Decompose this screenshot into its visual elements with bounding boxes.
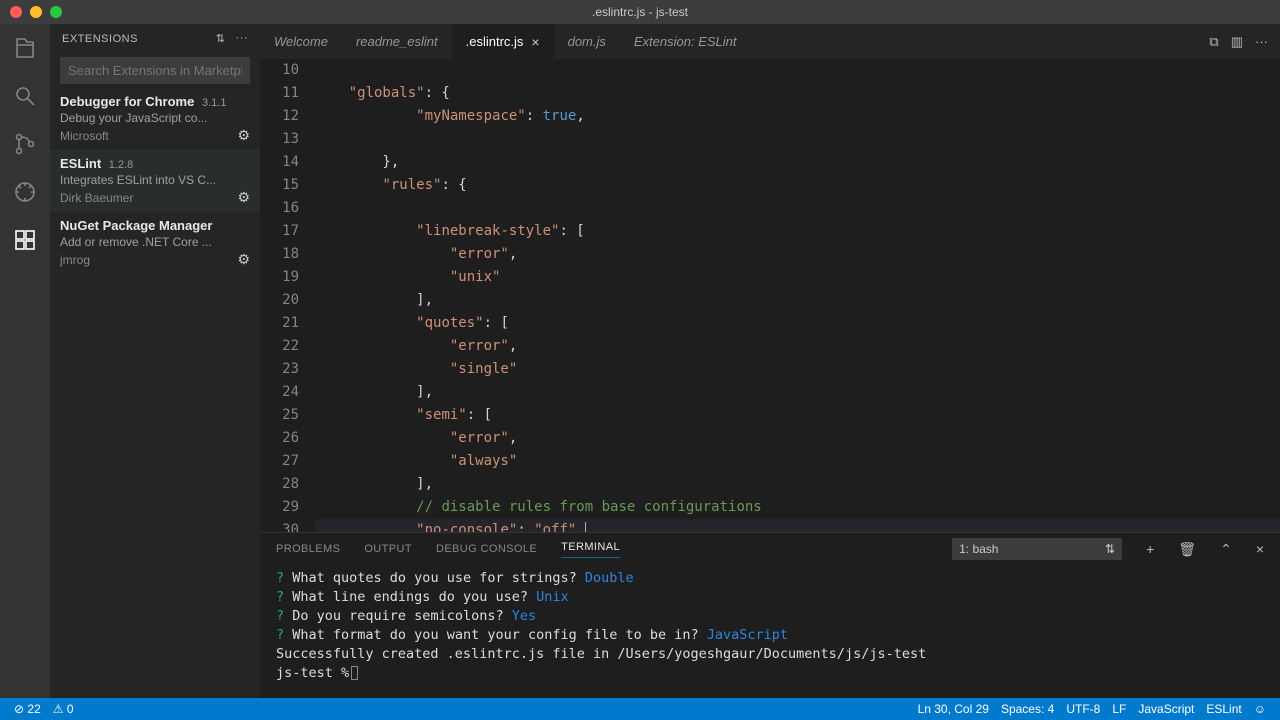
- extensions-icon[interactable]: [11, 226, 39, 254]
- extension-item[interactable]: ESLint 1.2.8 Integrates ESLint into VS C…: [50, 150, 260, 212]
- panel-tab[interactable]: DEBUG CONSOLE: [436, 543, 537, 555]
- status-bar: ⊘ 22 ⚠ 0 Ln 30, Col 29 Spaces: 4 UTF-8 L…: [0, 698, 1280, 720]
- kill-terminal-icon[interactable]: 🗑: [1178, 541, 1196, 558]
- extension-item[interactable]: Debugger for Chrome 3.1.1 Debug your Jav…: [50, 88, 260, 150]
- split-editor-icon[interactable]: ⧉: [1209, 34, 1218, 50]
- close-window-icon[interactable]: [10, 6, 22, 18]
- extension-item[interactable]: NuGet Package Manager Add or remove .NET…: [50, 212, 260, 274]
- editor-tab[interactable]: .eslintrc.js×: [452, 24, 554, 59]
- status-indent[interactable]: Spaces: 4: [995, 702, 1060, 716]
- code-editor[interactable]: 1011121314151617181920212223242526272829…: [260, 59, 1280, 532]
- panel-tabs: PROBLEMS OUTPUT DEBUG CONSOLE TERMINAL 1: ba…: [260, 533, 1280, 565]
- filter-icon[interactable]: ⇅: [216, 32, 226, 45]
- status-feedback-icon[interactable]: ☺: [1248, 702, 1272, 716]
- editor-tab[interactable]: dom.js: [554, 24, 620, 59]
- panel-tab[interactable]: OUTPUT: [364, 543, 412, 555]
- editor-tab[interactable]: readme_eslint: [342, 24, 452, 59]
- sidebar-title: EXTENSIONS: [62, 33, 138, 45]
- panel-tab[interactable]: PROBLEMS: [276, 543, 340, 555]
- editor-tab[interactable]: Welcome: [260, 24, 342, 59]
- activity-bar: [0, 24, 50, 698]
- close-panel-icon[interactable]: ×: [1256, 541, 1264, 557]
- editor-tabs: Welcomereadme_eslint.eslintrc.js×dom.jsE…: [260, 24, 1280, 59]
- editor-tab[interactable]: Extension: ESLint: [620, 24, 751, 59]
- status-language[interactable]: JavaScript: [1132, 702, 1200, 716]
- source-control-icon[interactable]: [11, 130, 39, 158]
- status-errors[interactable]: ⊘ 22: [8, 702, 47, 716]
- status-eol[interactable]: LF: [1106, 702, 1132, 716]
- layout-icon[interactable]: ▥: [1231, 34, 1243, 50]
- explorer-icon[interactable]: [11, 34, 39, 62]
- terminal[interactable]: ? What quotes do you use for strings? Do…: [260, 565, 1280, 698]
- panel-tab[interactable]: TERMINAL: [561, 541, 620, 558]
- close-icon[interactable]: ×: [531, 34, 539, 50]
- status-cursor-pos[interactable]: Ln 30, Col 29: [912, 702, 995, 716]
- bottom-panel: PROBLEMS OUTPUT DEBUG CONSOLE TERMINAL 1: ba…: [260, 532, 1280, 698]
- line-gutter: 1011121314151617181920212223242526272829…: [260, 59, 315, 532]
- terminal-select[interactable]: 1: bash⇅: [952, 538, 1122, 560]
- more-icon[interactable]: ···: [236, 32, 249, 45]
- maximize-window-icon[interactable]: [50, 6, 62, 18]
- chevron-updown-icon: ⇅: [1105, 542, 1115, 556]
- status-eslint[interactable]: ESLint: [1200, 702, 1247, 716]
- status-warnings[interactable]: ⚠ 0: [47, 702, 80, 716]
- debug-icon[interactable]: [11, 178, 39, 206]
- code-content[interactable]: "globals": { "myNamespace": true, }, "ru…: [315, 59, 1280, 532]
- more-icon[interactable]: ···: [1255, 34, 1268, 49]
- window-title: .eslintrc.js - js-test: [592, 5, 688, 19]
- search-icon[interactable]: [11, 82, 39, 110]
- maximize-panel-icon[interactable]: ⌃: [1220, 541, 1232, 558]
- minimize-window-icon[interactable]: [30, 6, 42, 18]
- extensions-sidebar: EXTENSIONS ⇅ ··· Debugger for Chrome 3.1…: [50, 24, 260, 698]
- gear-icon[interactable]: ⚙: [237, 189, 250, 206]
- titlebar: .eslintrc.js - js-test: [0, 0, 1280, 24]
- new-terminal-icon[interactable]: +: [1146, 541, 1154, 557]
- gear-icon[interactable]: ⚙: [237, 251, 250, 268]
- extensions-search-input[interactable]: [60, 57, 250, 84]
- gear-icon[interactable]: ⚙: [237, 127, 250, 144]
- window-controls: [10, 6, 62, 18]
- status-encoding[interactable]: UTF-8: [1060, 702, 1106, 716]
